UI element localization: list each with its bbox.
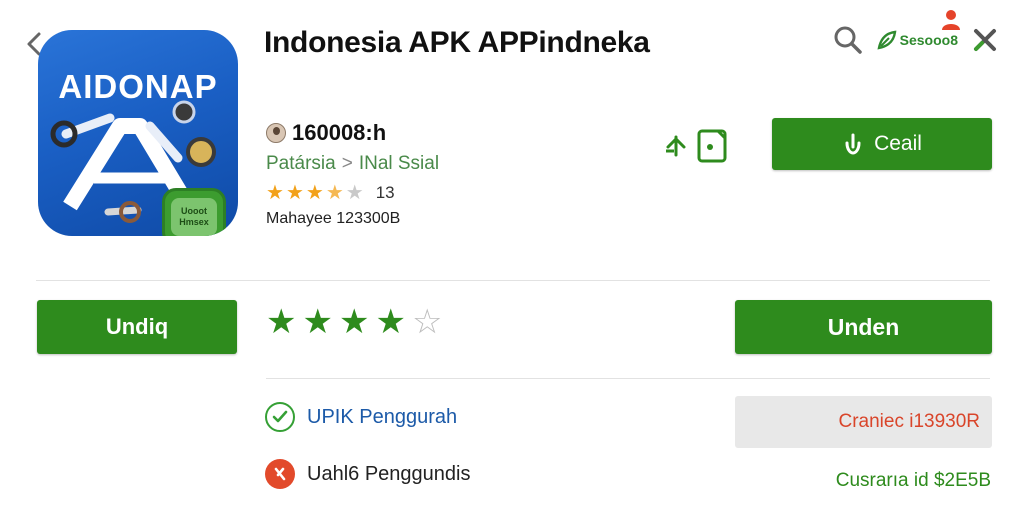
category-secondary[interactable]: INal Ssial [359,153,439,174]
star-5-icon[interactable]: ☆ [412,304,442,340]
wishlist-button[interactable] [696,128,728,164]
check-circle-icon [265,402,295,432]
price-text: Cusrarıa id $2E5B [835,470,991,491]
rate-stars[interactable]: ★ ★ ★ ★ ☆ [266,304,442,340]
unden-button-label: Unden [827,313,900,340]
call-button[interactable]: Ceail [772,118,992,170]
app-icon-badge-text: Uooot Hmsex [171,198,217,236]
divider [266,378,990,379]
star-3-icon[interactable]: ★ [339,304,369,340]
wishlist-icon [697,129,727,163]
top-actions: Sesooo8 [833,10,998,70]
rating-row: ★ ★ ★ ★ ★ 13 [266,183,395,203]
developer-name: 160008:h [292,120,387,145]
info-row-warning-label: Uahl6 Penggundis [307,462,471,485]
star-1-icon[interactable]: ★ [266,304,296,340]
info-row-verified-label: UPIK Penggurah [307,405,458,428]
category-primary[interactable]: Patársia [266,153,336,174]
sesame-button[interactable]: Sesooo8 [877,10,960,50]
app-detail-page: AIDONAP Uooot Hmsex Indonesia APK APPind… [0,0,1024,512]
undiq-button-label: Undiq [105,314,169,339]
star-empty-icon: ★ [345,182,364,204]
price-box-text: Craniec i13930R [838,411,980,432]
share-button[interactable] [664,134,688,158]
info-row-warning[interactable]: Uahl6 Penggundis [265,459,470,489]
app-icon-badge: Uooot Hmsex [162,188,226,236]
breadcrumb-separator: > [341,153,353,174]
app-icon: AIDONAP Uooot Hmsex [38,30,238,236]
person-flag-icon [941,10,960,30]
star-icon: ★ [285,182,304,204]
price-box[interactable]: Craniec i13930R [735,396,992,448]
rating-count: 13 [375,183,395,202]
undiq-button[interactable]: Undiq [37,300,237,354]
hand-icon [845,133,861,155]
avatar [266,123,286,143]
unden-button[interactable]: Unden [735,300,992,354]
leaf-icon [877,30,897,50]
close-icon [974,29,996,51]
star-icon: ★ [305,182,324,204]
divider [36,280,990,281]
share-icon [666,135,686,157]
x-circle-icon [265,459,295,489]
app-meta: Mahayee 123300B [266,210,401,227]
breadcrumb: Patársia > INal Ssial [266,153,439,175]
call-button-label: Ceail [874,132,922,155]
search-icon [834,26,862,54]
developer-row[interactable]: 160008:h [266,120,386,146]
star-icon: ★ [266,182,284,204]
star-2-icon[interactable]: ★ [302,304,332,340]
search-button[interactable] [833,25,863,55]
star-half-icon: ★ [325,182,344,204]
secondary-actions [664,128,728,164]
app-title: Indonesia APK APPindneka [264,26,650,59]
info-row-verified[interactable]: UPIK Penggurah [265,402,457,432]
close-button[interactable] [972,27,998,53]
sesame-label: Sesooo8 [899,32,958,48]
star-4-icon[interactable]: ★ [375,304,405,340]
